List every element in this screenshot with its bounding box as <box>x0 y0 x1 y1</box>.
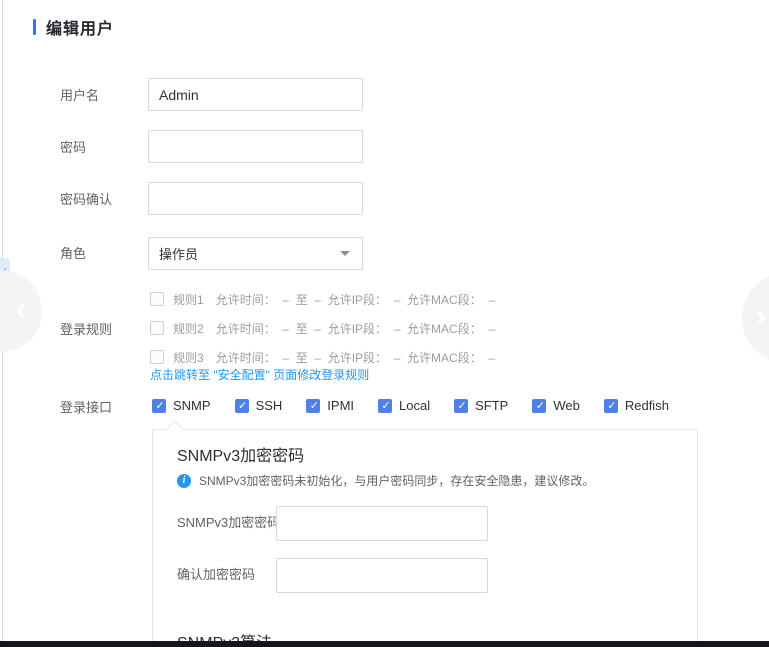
password-confirm-label: 密码确认 <box>60 192 112 208</box>
login-rule-row: 规则3 允许时间： – 至 – 允许IP段： – 允许MAC段： – <box>150 348 495 366</box>
username-input[interactable] <box>148 78 363 111</box>
ipmi-checkbox[interactable] <box>306 399 320 413</box>
username-label: 用户名 <box>60 88 99 104</box>
page-title: 编辑用户 <box>46 15 114 39</box>
login-interfaces-row: SNMP SSH IPMI Local SFTP Web Redfish <box>152 398 669 413</box>
password-label: 密码 <box>60 140 86 156</box>
edit-user-page: 编辑用户 用户名 密码 密码确认 角色 操作员 登录规则 规则1 允许时间： –… <box>0 0 769 647</box>
snmpv3-password-input[interactable] <box>276 506 488 541</box>
interface-label: SSH <box>256 398 283 413</box>
rule-detail: 允许时间： – 至 – 允许IP段： – 允许MAC段： – <box>216 320 495 337</box>
security-config-link[interactable]: 点击跳转至 "安全配置" 页面修改登录规则 <box>150 366 369 383</box>
interface-label: SNMP <box>173 398 211 413</box>
rule-name: 规则1 <box>173 291 204 308</box>
interface-label: Redfish <box>625 398 669 413</box>
interface-item-redfish[interactable]: Redfish <box>604 398 669 413</box>
interface-label: IPMI <box>327 398 354 413</box>
ssh-checkbox[interactable] <box>235 399 249 413</box>
snmpv3-panel: SNMPv3加密密码 i SNMPv3加密密码未初始化，与用户密码同步，存在安全… <box>152 429 698 647</box>
rule1-checkbox[interactable] <box>150 292 164 306</box>
interface-label: Local <box>399 398 430 413</box>
rule-name: 规则2 <box>173 320 204 337</box>
rule-detail: 允许时间： – 至 – 允许IP段： – 允许MAC段： – <box>216 349 495 366</box>
panel-notch <box>167 421 184 438</box>
confirm-password-label: 确认加密密码 <box>177 567 255 583</box>
role-selected-value: 操作员 <box>159 244 340 263</box>
role-select[interactable]: 操作员 <box>148 237 363 270</box>
web-checkbox[interactable] <box>532 399 546 413</box>
interface-item-sftp[interactable]: SFTP <box>454 398 508 413</box>
rule-name: 规则3 <box>173 349 204 366</box>
login-rules-label: 登录规则 <box>60 322 112 338</box>
login-rule-row: 规则1 允许时间： – 至 – 允许IP段： – 允许MAC段： – <box>150 290 495 308</box>
interface-item-ipmi[interactable]: IPMI <box>306 398 354 413</box>
snmpv3-password-label: SNMPv3加密密码 <box>177 515 280 531</box>
chevron-left-icon: ‹ <box>16 293 26 327</box>
sftp-checkbox[interactable] <box>454 399 468 413</box>
confirm-password-input[interactable] <box>276 558 488 593</box>
interface-item-ssh[interactable]: SSH <box>235 398 283 413</box>
title-accent-bar <box>33 19 36 35</box>
carousel-next-button[interactable]: › <box>742 272 769 364</box>
snmpv3-panel-title: SNMPv3加密密码 <box>177 442 304 466</box>
carousel-prev-button[interactable]: ‹ <box>0 270 42 352</box>
local-checkbox[interactable] <box>378 399 392 413</box>
password-input[interactable] <box>148 130 363 163</box>
login-rule-row: 规则2 允许时间： – 至 – 允许IP段： – 允许MAC段： – <box>150 319 495 337</box>
snmpv3-info-row: i SNMPv3加密密码未初始化，与用户密码同步，存在安全隐患，建议修改。 <box>177 472 594 489</box>
login-interfaces-label: 登录接口 <box>60 400 112 416</box>
interface-item-web[interactable]: Web <box>532 398 580 413</box>
interface-label: Web <box>553 398 580 413</box>
role-label: 角色 <box>60 246 86 262</box>
rule3-checkbox[interactable] <box>150 350 164 364</box>
snmpv3-info-text: SNMPv3加密密码未初始化，与用户密码同步，存在安全隐患，建议修改。 <box>199 472 594 489</box>
password-confirm-input[interactable] <box>148 182 363 215</box>
window-bottom-edge <box>0 641 769 647</box>
chevron-down-icon <box>340 251 350 256</box>
interface-item-snmp[interactable]: SNMP <box>152 398 211 413</box>
interface-item-local[interactable]: Local <box>378 398 430 413</box>
page-title-row: 编辑用户 <box>33 15 114 39</box>
rule2-checkbox[interactable] <box>150 321 164 335</box>
snmp-checkbox[interactable] <box>152 399 166 413</box>
interface-label: SFTP <box>475 398 508 413</box>
info-icon: i <box>177 474 191 488</box>
redfish-checkbox[interactable] <box>604 399 618 413</box>
chevron-right-icon: › <box>756 300 766 334</box>
rule-detail: 允许时间： – 至 – 允许IP段： – 允许MAC段： – <box>216 291 495 308</box>
